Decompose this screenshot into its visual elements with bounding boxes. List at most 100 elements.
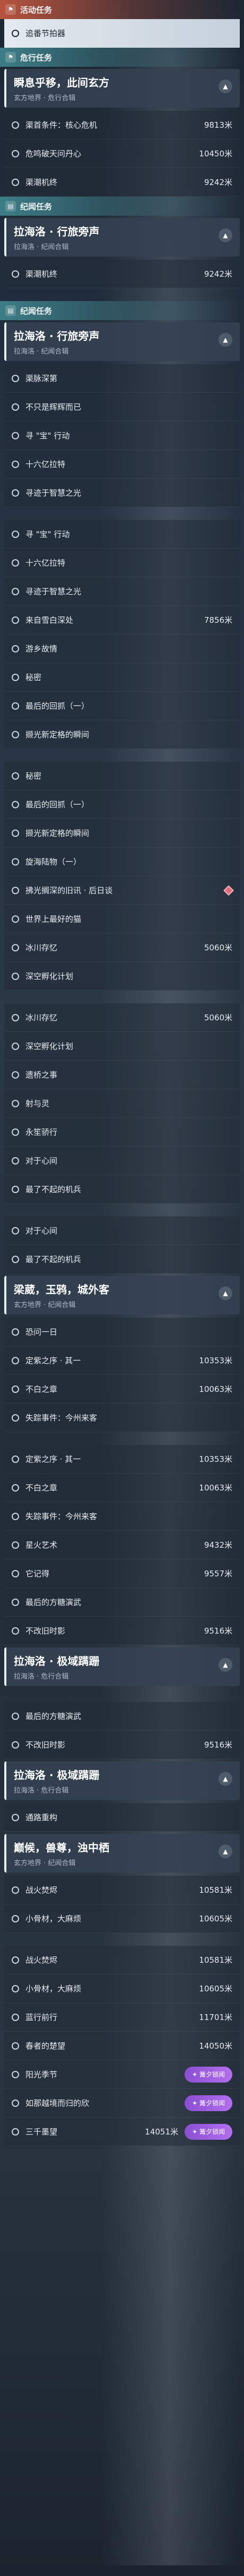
quest-item[interactable]: 星火艺术 9432米	[4, 1531, 240, 1559]
quest-item[interactable]: 游乡故情	[4, 634, 240, 663]
quest-item[interactable]: 冰川存忆 5060米	[4, 1003, 240, 1032]
quest-item[interactable]: 渠首条件：核心危机 9813米	[4, 111, 240, 139]
quest-item[interactable]: 射与灵	[4, 1089, 240, 1118]
quest-status-icon	[12, 673, 19, 681]
quest-item[interactable]: 最后的方糖演武	[4, 1702, 240, 1731]
quest-item[interactable]: 冰川存忆 5060米	[4, 933, 240, 962]
quest-group-card[interactable]: 瞬息乎移，此间玄方 玄方地界 · 危行合辑 ▲	[4, 69, 240, 108]
quest-item-label: 最了不起的机兵	[25, 1185, 82, 1194]
quest-distance: 9516米	[204, 1740, 232, 1750]
section-header[interactable]: ▤ 纪闻任务	[0, 197, 244, 216]
chevron-up-icon[interactable]: ▲	[219, 1772, 232, 1786]
quest-item[interactable]: 如那越境而归的欣 ✦ 篝夕锁闻	[4, 2089, 240, 2118]
quest-distance: 10605米	[199, 1984, 232, 1993]
quest-item[interactable]: 失踪事件：今州来客	[4, 1502, 240, 1531]
quest-item[interactable]: 寻迹于智慧之光	[4, 479, 240, 507]
quest-item[interactable]: 恐问一日	[4, 1318, 240, 1346]
quest-item[interactable]: 撷光新定格的瞬间	[4, 720, 240, 749]
quest-item[interactable]: 渠脉深第	[4, 364, 240, 393]
chevron-up-icon[interactable]: ▲	[219, 1658, 232, 1672]
quest-group-card[interactable]: 梁葳，玉鸦，城外客 玄方地界 · 纪闻合辑 ▲	[4, 1276, 240, 1315]
quest-item[interactable]: 对于心间	[4, 1146, 240, 1175]
quest-item[interactable]: 寻 "宝" 行动	[4, 520, 240, 549]
chevron-up-icon[interactable]: ▲	[219, 1845, 232, 1858]
quest-item[interactable]: 不白之章 10063米	[4, 1375, 240, 1404]
quest-item[interactable]: 它记得 9557米	[4, 1559, 240, 1588]
quest-item[interactable]: 渠潮机终 9242米	[4, 168, 240, 197]
quest-item[interactable]: 最后的方糖演武	[4, 1588, 240, 1617]
quest-item-label: 最后的回抓（一）	[25, 701, 90, 711]
chevron-up-icon[interactable]: ▲	[219, 333, 232, 347]
section-header[interactable]: ⚑ 活动任务	[0, 0, 244, 19]
star-icon: ✦	[191, 2128, 198, 2136]
quest-status-icon	[12, 460, 19, 468]
quest-item[interactable]: 拂光搁深的旧讯 · 后日谈	[4, 876, 240, 905]
quest-item[interactable]: 阳光季节 ✦ 篝夕锁闻	[4, 2060, 240, 2089]
quest-item[interactable]: 战火焚烬 10581米	[4, 1876, 240, 1904]
chevron-up-icon[interactable]: ▲	[219, 80, 232, 93]
quest-status-icon	[12, 489, 19, 497]
quest-status-icon	[12, 530, 19, 538]
chevron-up-icon[interactable]: ▲	[219, 228, 232, 242]
quest-item[interactable]: 秘密	[4, 663, 240, 692]
quest-item-label: 阳光季节	[25, 2070, 58, 2079]
quest-item[interactable]: 不白之章 10063米	[4, 1474, 240, 1502]
quest-item[interactable]: 世界上最好的猫	[4, 905, 240, 933]
quest-item[interactable]: 撷光新定格的瞬间	[4, 819, 240, 848]
quest-item[interactable]: 追番节拍器	[4, 19, 240, 48]
quest-item[interactable]: 最了不起的机兵	[4, 1245, 240, 1274]
quest-item[interactable]: 不改旧时影 9516米	[4, 1617, 240, 1645]
quest-item-label: 战火焚烬	[25, 1885, 58, 1895]
quest-item[interactable]: 蓝行前行 11701米	[4, 2003, 240, 2032]
chevron-up-icon[interactable]: ▲	[219, 1286, 232, 1300]
reward-badge[interactable]: ✦ 篝夕锁闻	[185, 2123, 232, 2140]
quest-item[interactable]: 战火焚烬 10581米	[4, 1946, 240, 1974]
quest-item[interactable]: 危鸣破天问丹心 10450米	[4, 139, 240, 168]
star-icon: ✦	[191, 2099, 198, 2107]
quest-item[interactable]: 通路重构	[4, 1803, 240, 1832]
quest-item[interactable]: 不改旧时影 9516米	[4, 1731, 240, 1759]
quest-item[interactable]: 最后的回抓（一）	[4, 790, 240, 819]
quest-item[interactable]: 十六亿拉特	[4, 549, 240, 577]
quest-status-icon	[12, 2042, 19, 2050]
quest-group-card[interactable]: 拉海洛 · 极域蹒跚 拉海洛 · 危行合辑 ▲	[4, 1647, 240, 1686]
quest-item[interactable]: 遗桥之事	[4, 1061, 240, 1089]
quest-item[interactable]: 寻 "宝" 行动	[4, 421, 240, 450]
quest-group-card[interactable]: 拉海洛 · 行旅旁声 拉海洛 · 纪闻合辑 ▲	[4, 322, 240, 361]
quest-item[interactable]: 最后的回抓（一）	[4, 692, 240, 720]
quest-group-card[interactable]: 巅候，兽尊，浊中栖 玄方地界 · 纪闻合辑 ▲	[4, 1834, 240, 1873]
quest-item[interactable]: 对于心间	[4, 1216, 240, 1245]
quest-item-label: 危鸣破天问丹心	[25, 149, 82, 158]
section-header[interactable]: ▤ 纪闻任务	[0, 301, 244, 320]
quest-item[interactable]: 三千墨望 14051米 ✦ 篝夕锁闻	[4, 2118, 240, 2146]
quest-item[interactable]: 春者的楚望 14050米	[4, 2032, 240, 2060]
section-header[interactable]: ⚑ 危行任务	[0, 48, 244, 67]
quest-item[interactable]: 寻迹于智慧之光	[4, 577, 240, 606]
quest-item[interactable]: 小骨材，大麻烦 10605米	[4, 1974, 240, 2003]
reward-badge[interactable]: ✦ 篝夕锁闻	[185, 2095, 232, 2111]
tracking-marker-icon	[223, 885, 234, 896]
quest-item-label: 寻 "宝" 行动	[25, 431, 70, 440]
quest-item[interactable]: 最了不起的机兵	[4, 1175, 240, 1204]
quest-item[interactable]: 渠潮机终 9242米	[4, 260, 240, 288]
quest-item[interactable]: 不只是辉辉而已	[4, 393, 240, 421]
quest-item[interactable]: 旋海陆物（一）	[4, 848, 240, 876]
quest-item[interactable]: 永笙骄行	[4, 1118, 240, 1146]
quest-distance: 10581米	[199, 1955, 232, 1965]
quest-distance: 9516米	[204, 1626, 232, 1636]
quest-status-icon	[12, 1956, 19, 1964]
quest-item[interactable]: 定紫之序 · 其一 10353米	[4, 1445, 240, 1474]
reward-badge[interactable]: ✦ 篝夕锁闻	[185, 2066, 232, 2083]
quest-item[interactable]: 深空孵化计划	[4, 962, 240, 991]
quest-item[interactable]: 十六亿拉特	[4, 450, 240, 479]
quest-item[interactable]: 定紫之序 · 其一 10353米	[4, 1346, 240, 1375]
quest-item[interactable]: 小骨材，大麻烦 10605米	[4, 1904, 240, 1933]
quest-group-card[interactable]: 拉海洛 · 极域蹒跚 拉海洛 · 危行合辑 ▲	[4, 1761, 240, 1800]
quest-item[interactable]: 来自雪白深处 7856米	[4, 606, 240, 634]
quest-item[interactable]: 秘密	[4, 762, 240, 790]
quest-item[interactable]: 深空孵化计划	[4, 1032, 240, 1061]
quest-status-icon	[12, 1741, 19, 1749]
quest-item[interactable]: 失踪事件：今州来客	[4, 1404, 240, 1432]
quest-group-card[interactable]: 拉海洛 · 行旅旁声 拉海洛 · 纪闻合辑 ▲	[4, 218, 240, 257]
